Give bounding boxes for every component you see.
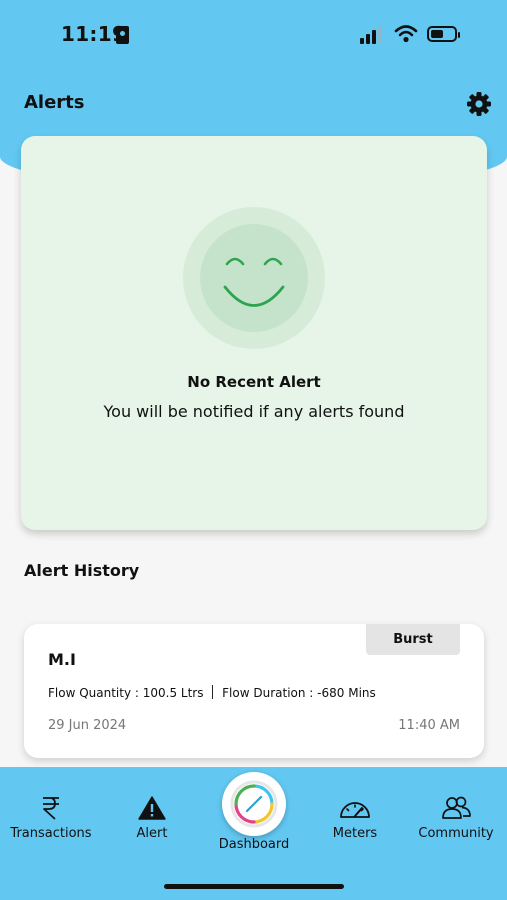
alert-date: 29 Jun 2024	[48, 718, 127, 733]
nav-item-dashboard-label[interactable]: Dashboard	[206, 837, 302, 852]
flow-quantity-value: 100.5 Ltrs	[142, 686, 204, 700]
id-card-icon	[116, 26, 129, 44]
empty-state-subtitle: You will be notified if any alerts found	[103, 402, 405, 421]
nav-item-transactions[interactable]: Transactions	[4, 789, 98, 841]
alert-history-heading: Alert History	[24, 561, 140, 580]
flow-details: Flow Quantity : 100.5 Ltrs Flow Duration…	[48, 685, 376, 700]
cellular-signal-icon	[360, 26, 386, 44]
community-icon	[442, 796, 471, 819]
nav-item-alert[interactable]: Alert	[120, 789, 184, 841]
flow-duration-value: -680 Mins	[317, 686, 376, 700]
dashboard-icon	[230, 780, 278, 828]
nav-item-community[interactable]: Community	[412, 789, 500, 841]
home-indicator[interactable]	[164, 884, 344, 889]
nav-label: Meters	[332, 826, 378, 841]
gauge-icon	[340, 802, 370, 818]
nav-label: Transactions	[10, 826, 92, 841]
smile-icon	[223, 257, 285, 307]
alert-time: 11:40 AM	[398, 718, 460, 733]
flow-quantity-label: Flow Quantity :	[48, 686, 139, 700]
empty-state-title: No Recent Alert	[187, 373, 321, 391]
battery-icon	[427, 26, 460, 42]
warning-icon	[138, 796, 166, 820]
status-bar: 11:19	[0, 0, 507, 70]
alert-meter-name: M.I	[48, 650, 76, 669]
smile-badge	[183, 207, 325, 349]
bottom-navigation: Transactions Alert Dashboard Meters Comm…	[0, 767, 507, 900]
wifi-icon	[394, 25, 418, 43]
rupee-icon	[43, 797, 59, 820]
nav-label: Alert	[136, 826, 168, 841]
flow-duration-label: Flow Duration :	[222, 686, 314, 700]
page-title: Alerts	[24, 92, 85, 113]
nav-item-meters[interactable]: Meters	[322, 789, 388, 841]
nav-label: Community	[418, 826, 494, 841]
no-alert-card: No Recent Alert You will be notified if …	[21, 136, 487, 530]
alert-history-item[interactable]: Burst M.I Flow Quantity : 100.5 Ltrs Flo…	[24, 624, 484, 758]
settings-gear-icon[interactable]	[466, 91, 492, 117]
divider	[212, 685, 214, 699]
dashboard-button[interactable]	[222, 772, 286, 836]
alert-type-badge: Burst	[366, 624, 460, 655]
